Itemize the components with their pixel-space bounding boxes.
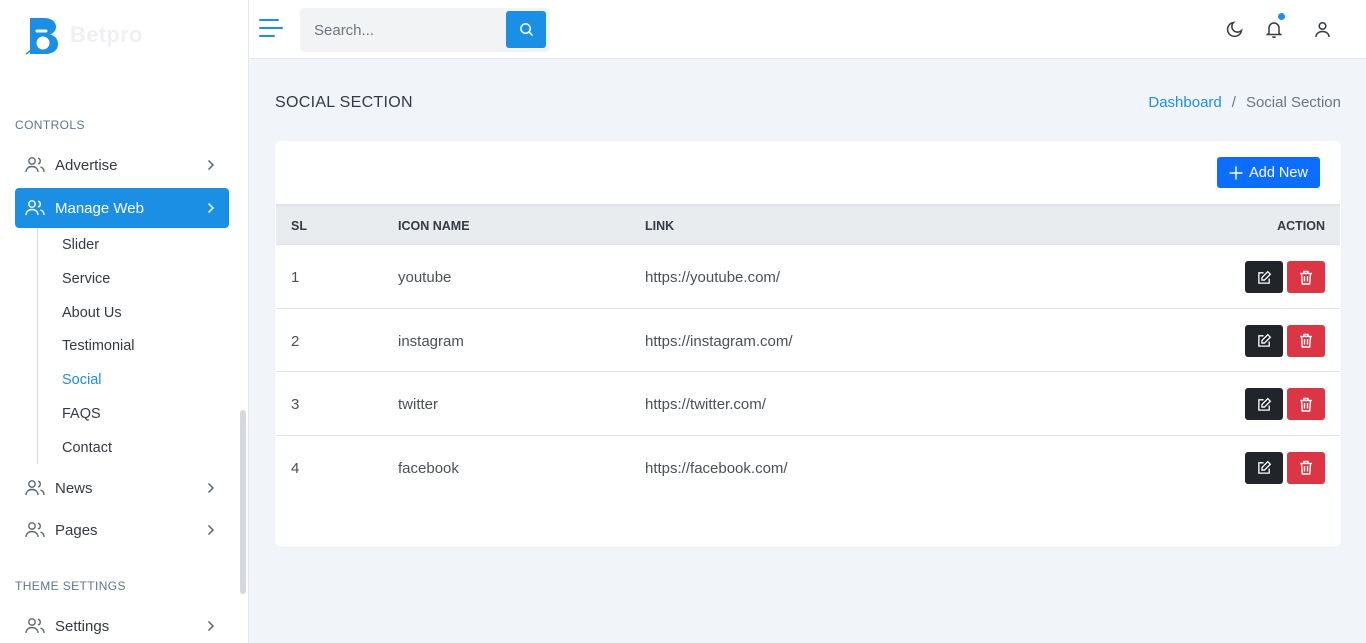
section-title-controls: CONTROLS	[15, 118, 85, 132]
edit-button[interactable]	[1245, 388, 1283, 420]
breadcrumb-dashboard-link[interactable]: Dashboard	[1148, 94, 1221, 111]
trash-icon	[1300, 333, 1312, 348]
menu-icon[interactable]	[259, 18, 283, 40]
submenu-item-slider[interactable]: Slider	[62, 237, 99, 253]
table-row: 2 instagram https://instagram.com/	[276, 309, 1340, 372]
table-row: 1 youtube https://youtube.com/	[276, 245, 1340, 309]
plus-icon	[1229, 166, 1243, 179]
delete-button[interactable]	[1287, 451, 1325, 484]
manage-web-submenu: Slider Service About Us Testimonial Soci…	[37, 228, 227, 464]
add-new-label: Add New	[1249, 164, 1308, 181]
sidebar-scrollbar[interactable]	[240, 410, 246, 594]
chevron-right-icon	[203, 157, 219, 173]
sidebar: Betpro CONTROLS Advertise Manage Web Sli…	[0, 0, 249, 643]
cell-link: https://facebook.com/	[645, 459, 788, 477]
cell-sl: 4	[291, 459, 300, 477]
delete-button[interactable]	[1287, 261, 1325, 293]
search-icon	[519, 23, 533, 37]
cell-icon-name: twitter	[398, 396, 439, 413]
edit-icon	[1257, 397, 1271, 411]
sidebar-item-advertise[interactable]: Advertise	[15, 145, 229, 185]
trash-icon	[1300, 460, 1312, 475]
edit-icon	[1257, 460, 1271, 474]
page-title: SOCIAL SECTION	[275, 94, 413, 111]
edit-button[interactable]	[1245, 324, 1283, 357]
cell-link: https://youtube.com/	[645, 269, 781, 286]
breadcrumb-current: Social Section	[1245, 94, 1341, 111]
search-button[interactable]	[506, 11, 546, 48]
cell-link: https://instagram.com/	[645, 332, 793, 350]
row-actions	[1245, 324, 1325, 357]
brand-logo[interactable]: Betpro	[24, 16, 143, 55]
edit-icon	[1257, 270, 1271, 284]
sidebar-item-news[interactable]: News	[15, 468, 229, 508]
row-actions	[1245, 451, 1325, 484]
sidebar-item-label: News	[55, 479, 93, 497]
column-header-link: LINK	[645, 219, 675, 233]
moon-icon[interactable]	[1225, 19, 1245, 39]
sidebar-item-label: Pages	[55, 521, 98, 539]
users-icon	[25, 155, 45, 175]
search-input[interactable]	[300, 8, 506, 52]
cell-icon-name: youtube	[398, 269, 452, 286]
users-icon	[25, 520, 45, 540]
users-icon	[25, 198, 45, 218]
submenu-item-faqs[interactable]: FAQS	[62, 406, 101, 422]
delete-button[interactable]	[1287, 388, 1325, 420]
breadcrumb-separator: /	[1231, 94, 1236, 111]
submenu-item-social[interactable]: Social	[62, 372, 102, 388]
column-header-action: ACTION	[1277, 219, 1325, 233]
search-box	[300, 8, 550, 52]
submenu-item-testimonial[interactable]: Testimonial	[62, 338, 135, 354]
users-icon	[25, 478, 45, 498]
notification-dot	[1278, 13, 1285, 20]
column-header-icon-name: ICON NAME	[398, 219, 470, 233]
sidebar-item-manage-web[interactable]: Manage Web	[15, 188, 229, 228]
sidebar-item-label: Settings	[55, 617, 110, 635]
sidebar-item-settings[interactable]: Settings	[15, 606, 229, 643]
social-card: Add New SL ICON NAME LINK ACTION 1 youtu…	[275, 141, 1341, 547]
cell-sl: 1	[291, 269, 300, 286]
row-actions	[1245, 388, 1325, 420]
trash-icon	[1300, 270, 1312, 285]
topbar	[249, 0, 1366, 59]
submenu-item-contact[interactable]: Contact	[62, 440, 112, 456]
delete-button[interactable]	[1287, 324, 1325, 357]
submenu-item-service[interactable]: Service	[62, 271, 110, 287]
cell-sl: 2	[291, 332, 300, 350]
edit-icon	[1257, 333, 1271, 347]
breadcrumb: Dashboard / Social Section	[1148, 94, 1341, 111]
section-title-theme-settings: THEME SETTINGS	[15, 579, 126, 593]
brand-name: Betpro	[70, 22, 143, 47]
users-icon	[25, 616, 45, 636]
table-row: 3 twitter https://twitter.com/	[276, 372, 1340, 436]
cell-sl: 3	[291, 396, 300, 413]
edit-button[interactable]	[1245, 451, 1283, 484]
sidebar-item-pages[interactable]: Pages	[15, 510, 229, 550]
chevron-right-icon	[203, 522, 219, 538]
brand-logo-icon	[24, 16, 62, 55]
submenu-item-about-us[interactable]: About Us	[62, 305, 122, 321]
chevron-right-icon	[203, 480, 219, 496]
cell-link: https://twitter.com/	[645, 396, 766, 413]
table-row: 4 facebook https://facebook.com/	[276, 436, 1340, 500]
chevron-right-icon	[203, 200, 219, 216]
social-table: SL ICON NAME LINK ACTION 1 youtube https…	[276, 204, 1340, 499]
sidebar-item-label: Manage Web	[55, 199, 144, 217]
column-header-sl: SL	[291, 219, 307, 233]
edit-button[interactable]	[1245, 261, 1283, 293]
trash-icon	[1300, 397, 1312, 412]
bell-icon[interactable]	[1264, 13, 1285, 39]
user-icon[interactable]	[1312, 19, 1332, 39]
row-actions	[1245, 261, 1325, 293]
table-header: SL ICON NAME LINK ACTION	[276, 204, 1340, 245]
sidebar-item-label: Advertise	[55, 156, 118, 174]
cell-icon-name: instagram	[398, 332, 464, 350]
chevron-right-icon	[203, 618, 219, 634]
add-new-button[interactable]: Add New	[1217, 157, 1320, 188]
cell-icon-name: facebook	[398, 459, 459, 477]
